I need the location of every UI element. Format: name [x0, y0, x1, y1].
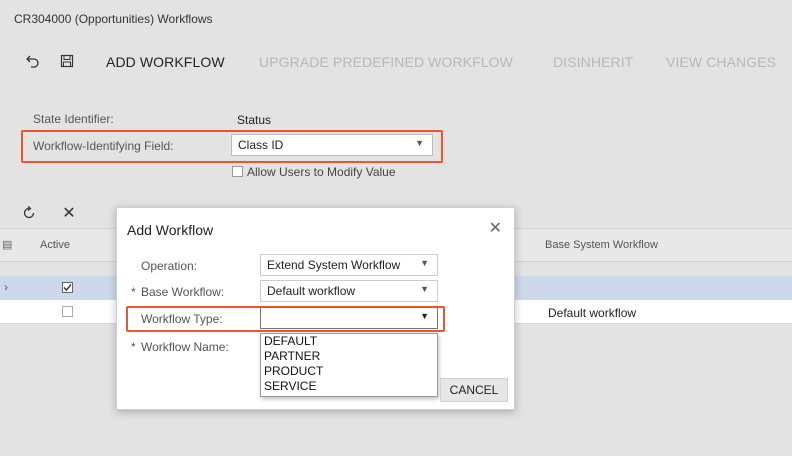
option-service[interactable]: SERVICE — [261, 379, 437, 394]
operation-value: Extend System Workflow — [267, 258, 401, 272]
operation-select[interactable]: Extend System Workflow ▼ — [260, 254, 438, 276]
cancel-button[interactable]: CANCEL — [440, 378, 508, 402]
workflow-identifying-field-label: Workflow-Identifying Field: — [33, 139, 174, 153]
delete-icon[interactable]: ✕ — [58, 202, 80, 224]
window-title: CR304000 (Opportunities) Workflows — [14, 12, 213, 26]
option-default[interactable]: DEFAULT — [261, 334, 437, 349]
option-product[interactable]: PRODUCT — [261, 364, 437, 379]
base-workflow-value: Default workflow — [267, 284, 356, 298]
base-workflow-select[interactable]: Default workflow ▼ — [260, 280, 438, 302]
base-workflow-label: Base Workflow: — [141, 285, 225, 299]
workflow-identifying-field-value: Class ID — [238, 138, 284, 152]
undo-icon[interactable] — [22, 50, 44, 72]
main-toolbar: ADD WORKFLOW UPGRADE PREDEFINED WORKFLOW… — [0, 44, 792, 80]
workflow-type-select[interactable]: ▼ — [260, 307, 438, 329]
column-base-system-workflow[interactable]: Base System Workflow — [545, 239, 658, 251]
close-icon[interactable]: ✕ — [489, 218, 502, 238]
add-workflow-button[interactable]: ADD WORKFLOW — [106, 54, 225, 70]
row-selector-icon: › — [4, 280, 8, 294]
option-partner[interactable]: PARTNER — [261, 349, 437, 364]
column-active[interactable]: Active — [40, 239, 70, 251]
column-settings-icon[interactable]: ▤ — [2, 238, 12, 251]
view-changes-button[interactable]: VIEW CHANGES — [666, 54, 776, 70]
chevron-down-icon: ▼ — [420, 284, 429, 294]
refresh-icon[interactable] — [18, 202, 40, 224]
required-marker: * — [131, 285, 136, 299]
required-marker: * — [131, 340, 136, 354]
workflow-type-options: DEFAULT PARTNER PRODUCT SERVICE — [260, 333, 438, 397]
chevron-down-icon: ▼ — [420, 258, 429, 268]
chevron-down-icon: ▼ — [415, 138, 424, 148]
active-checkbox[interactable] — [62, 282, 73, 293]
base-system-workflow-cell: Default workflow — [548, 306, 637, 320]
state-identifier-value: Status — [237, 113, 272, 127]
upgrade-predefined-workflow-button[interactable]: UPGRADE PREDEFINED WORKFLOW — [259, 54, 513, 70]
operation-label: Operation: — [141, 259, 198, 273]
active-checkbox[interactable] — [62, 306, 73, 317]
save-icon[interactable] — [56, 50, 78, 72]
workflow-type-label: Workflow Type: — [141, 312, 223, 326]
state-identifier-label: State Identifier: — [33, 112, 114, 126]
disinherit-button[interactable]: DISINHERIT — [553, 54, 633, 70]
dialog-title: Add Workflow — [127, 222, 214, 238]
allow-modify-label: Allow Users to Modify Value — [247, 165, 396, 179]
workflow-identifying-field-select[interactable]: Class ID ▼ — [231, 134, 433, 156]
chevron-down-icon: ▼ — [420, 311, 429, 321]
allow-modify-checkbox[interactable] — [232, 166, 243, 177]
workflow-name-label: Workflow Name: — [141, 340, 229, 354]
